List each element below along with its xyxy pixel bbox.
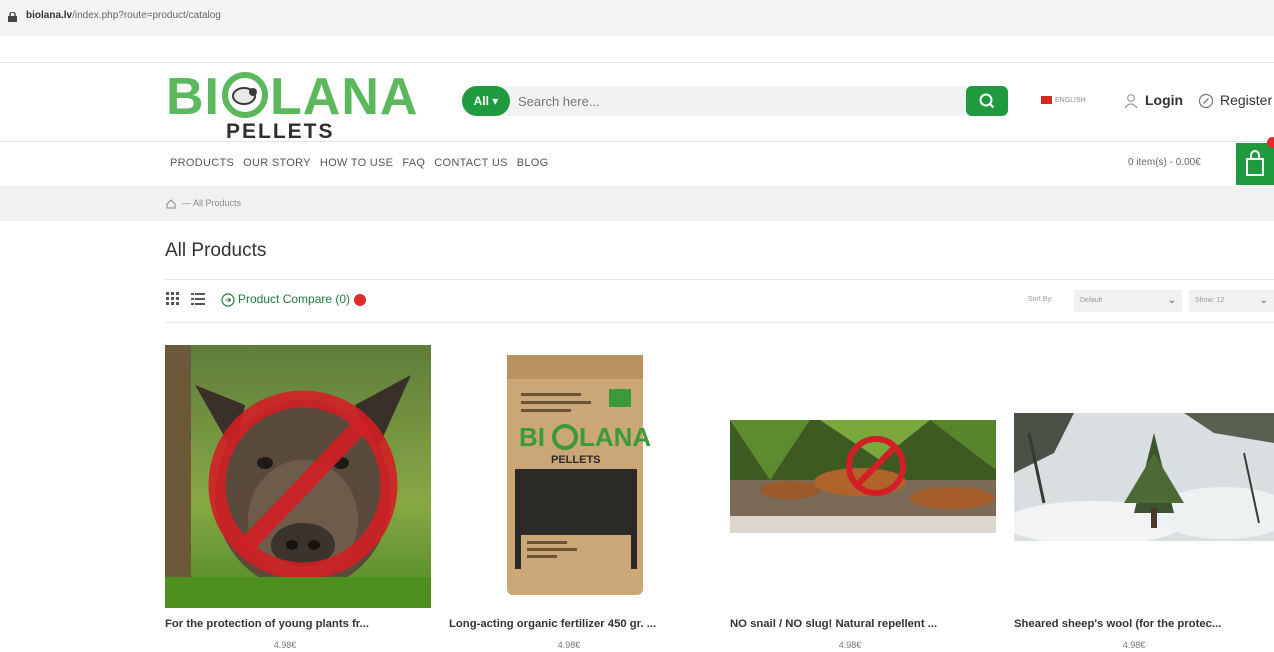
home-icon[interactable] <box>166 199 176 209</box>
title-divider <box>165 279 1274 280</box>
search-category-dropdown[interactable]: All ▾ <box>462 86 510 116</box>
sheep-logo-icon <box>222 72 268 118</box>
nav-item-products[interactable]: PRODUCTS <box>170 157 234 169</box>
header-top-divider <box>0 62 1274 63</box>
product-price: 4.98€ <box>1122 640 1146 650</box>
list-view-icon[interactable] <box>191 292 205 306</box>
grid-view-icon[interactable] <box>166 292 180 306</box>
nav-item-faq[interactable]: FAQ <box>402 157 425 169</box>
product-compare-link[interactable]: Product Compare (0) <box>221 292 367 307</box>
sort-select[interactable]: Default ⌄ <box>1074 290 1182 312</box>
breadcrumb: — All Products <box>0 186 1274 221</box>
sort-label: Sort By: <box>1028 296 1053 303</box>
search-button[interactable] <box>966 86 1008 116</box>
package-logo: LANA <box>579 422 651 452</box>
user-icon <box>1124 94 1138 109</box>
language-selector[interactable]: ENGLISH <box>1041 96 1086 104</box>
site-logo[interactable]: BI LANA PELLETS <box>166 68 426 144</box>
breadcrumb-current[interactable]: — All Products <box>182 198 241 208</box>
login-link[interactable]: Login <box>1123 92 1183 109</box>
chevron-down-icon: ⌄ <box>1259 295 1268 306</box>
main-nav: PRODUCTS OUR STORY HOW TO USE FAQ CONTACT US… <box>170 157 558 169</box>
lock-icon <box>8 12 17 22</box>
cart-summary[interactable]: 0 item(s) - 0.00€ <box>1128 157 1201 168</box>
product-price: 4.98€ <box>838 640 862 650</box>
product-price: 4.98€ <box>273 640 297 650</box>
nav-item-our-story[interactable]: OUR STORY <box>243 157 311 169</box>
browser-url-bar[interactable]: biolana.lv/index.php?route=product/catal… <box>0 0 1274 36</box>
edit-circle-icon <box>1198 94 1214 109</box>
nav-item-blog[interactable]: BLOG <box>517 157 549 169</box>
product-name[interactable]: For the protection of young plants fr... <box>165 618 435 630</box>
product-card[interactable]: For the protection of young plants fr...… <box>165 345 435 652</box>
shopping-bag-icon <box>1246 150 1264 176</box>
product-image-slug[interactable] <box>730 420 996 533</box>
product-name[interactable]: Sheared sheep's wool (for the protec... <box>1014 618 1274 630</box>
product-card[interactable]: Sheared sheep's wool (for the protec... … <box>1014 345 1274 652</box>
register-link[interactable]: Register <box>1198 92 1272 109</box>
search-bar: All ▾ <box>462 86 1008 116</box>
compare-count-badge <box>354 293 367 306</box>
package-sub: PELLETS <box>551 454 601 466</box>
product-image-snowy-seedling[interactable] <box>1014 413 1274 541</box>
url-text: biolana.lv/index.php?route=product/catal… <box>26 10 221 21</box>
cart-button[interactable] <box>1236 143 1274 185</box>
flag-icon <box>1041 96 1052 104</box>
search-icon <box>979 93 995 109</box>
page-title: All Products <box>165 240 267 261</box>
cart-count-badge <box>1267 137 1274 148</box>
nav-item-contact-us[interactable]: CONTACT US <box>434 157 508 169</box>
product-image-fertilizer-pouch[interactable]: BI LANA PELLETS <box>449 345 715 608</box>
search-input[interactable] <box>514 86 954 116</box>
nav-top-divider <box>0 141 1274 142</box>
product-name[interactable]: NO snail / NO slug! Natural repellent ..… <box>730 618 1000 630</box>
product-card[interactable]: NO snail / NO slug! Natural repellent ..… <box>730 345 1000 652</box>
limit-select[interactable]: Show: 12 ⌄ <box>1189 290 1274 312</box>
toolbar-divider <box>165 322 1274 323</box>
product-price: 4.98€ <box>557 640 581 650</box>
package-logo: BI <box>519 422 545 452</box>
product-image-boar[interactable] <box>165 345 431 608</box>
compare-icon <box>221 293 235 307</box>
chevron-down-icon: ⌄ <box>1167 295 1176 306</box>
product-card[interactable]: BI LANA PELLETS Long-acting organic fert… <box>449 345 719 652</box>
product-name[interactable]: Long-acting organic fertilizer 450 gr. .… <box>449 618 719 630</box>
nav-item-how-to-use[interactable]: HOW TO USE <box>320 157 394 169</box>
